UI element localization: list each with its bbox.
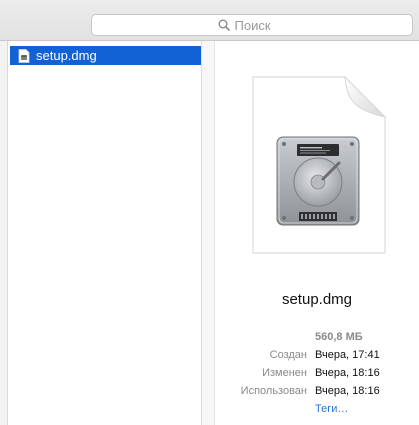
previous-column-edge[interactable] (0, 41, 8, 425)
meta-key: Использован (240, 385, 307, 397)
meta-key: Изменен (262, 367, 307, 379)
preview-file-name: setup.dmg (281, 291, 353, 308)
disk-image-file-icon (18, 48, 30, 63)
search-icon (218, 19, 230, 31)
column-divider[interactable] (202, 41, 215, 425)
meta-value: Вчера, 18:16 (315, 385, 380, 397)
list-item-setup-dmg[interactable]: setup.dmg (10, 46, 201, 65)
meta-value: Вчера, 17:41 (315, 349, 380, 361)
meta-created-row: Создан Вчера, 17:41 (215, 349, 419, 365)
disk-image-icon (251, 75, 387, 255)
tags-link[interactable]: Теги… (315, 403, 348, 415)
meta-value: Вчера, 18:16 (315, 367, 380, 379)
meta-modified-row: Изменен Вчера, 18:16 (215, 367, 419, 383)
file-size: 560,8 МБ (315, 331, 363, 343)
file-column: setup.dmg (8, 41, 202, 425)
preview-pane: setup.dmg 560,8 МБ Создан Вчера, 17:41 И… (215, 41, 419, 425)
meta-tags-row: Теги… (215, 403, 419, 419)
meta-size-row: 560,8 МБ (215, 331, 419, 347)
meta-key: Создан (269, 349, 307, 361)
search-field[interactable] (91, 14, 413, 36)
meta-used-row: Использован Вчера, 18:16 (215, 385, 419, 401)
toolbar (0, 0, 419, 41)
list-item-label: setup.dmg (36, 48, 97, 63)
search-input[interactable] (234, 17, 287, 33)
